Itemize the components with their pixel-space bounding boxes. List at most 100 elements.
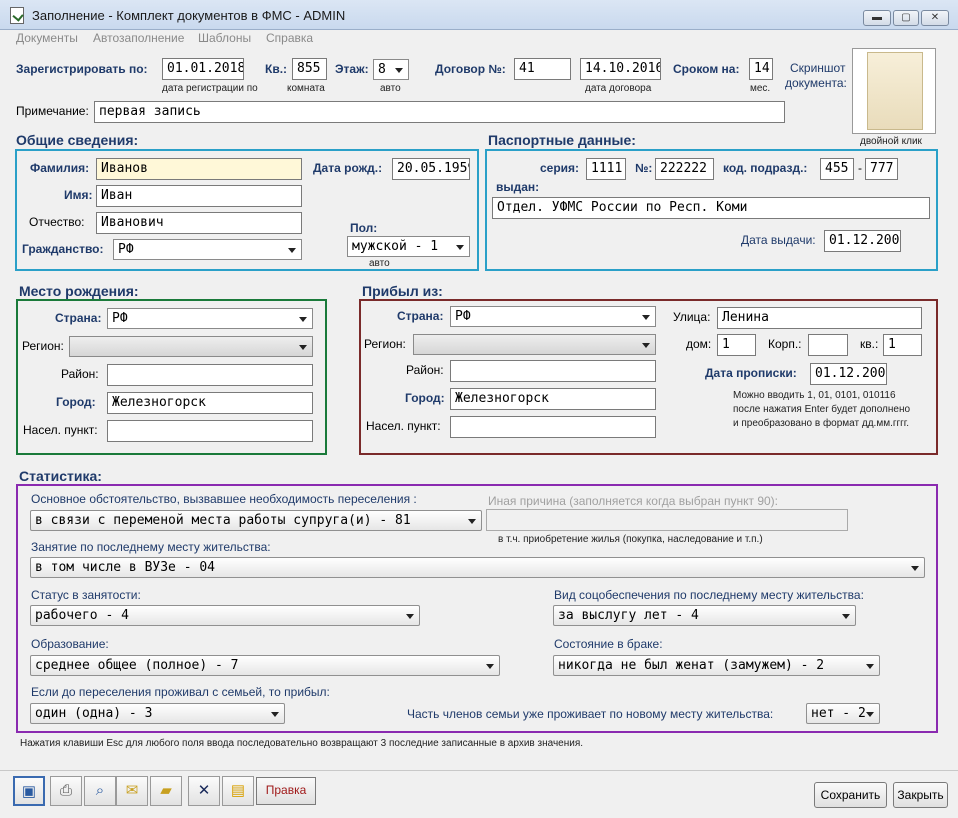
chevron-down-icon (642, 343, 650, 348)
sex-select[interactable]: мужской - 1 (347, 236, 470, 257)
code2-field[interactable]: 777 (865, 158, 898, 180)
chevron-down-icon (642, 315, 650, 320)
menu-bar: Документы Автозаполнение Шаблоны Справка (0, 30, 958, 48)
education-label: Образование: (31, 637, 109, 651)
chevron-down-icon (271, 712, 279, 717)
bp-locality-field[interactable] (107, 420, 313, 442)
series-field[interactable]: 1111 (586, 158, 626, 180)
chevron-down-icon (842, 614, 850, 619)
social-select[interactable]: за выслугу лет - 4 (553, 605, 856, 626)
code1-field[interactable]: 455 (820, 158, 854, 180)
birth-date-field[interactable]: 20.05.1959 (392, 158, 470, 180)
flat-field[interactable]: 855 (292, 58, 327, 80)
toolbar-divider (0, 770, 958, 771)
issued-field[interactable]: Отдел. УФМС России по Респ. Коми (492, 197, 930, 219)
contract-date-sub: дата договора (585, 83, 652, 94)
stats-title: Статистика: (19, 468, 102, 484)
ar-city-field[interactable]: Железногорск (450, 388, 656, 410)
marital-select[interactable]: никогда не был женат (замужем) - 2 (553, 655, 880, 676)
employment-select[interactable]: рабочего - 4 (30, 605, 420, 626)
marital-value: никогда не был женат (замужем) - 2 (558, 658, 825, 673)
maximize-button[interactable]: ▢ (893, 10, 919, 26)
delete-button[interactable]: ✕ (188, 776, 220, 806)
close-button[interactable]: Закрыть (893, 782, 948, 808)
marital-label: Состояние в браке: (554, 637, 663, 651)
edit-button[interactable]: Правка (256, 777, 316, 805)
menu-templates[interactable]: Шаблоны (198, 31, 251, 45)
patronymic-field[interactable]: Иванович (96, 212, 302, 234)
document-icon (10, 7, 24, 24)
chevron-down-icon (456, 245, 464, 250)
preview-button[interactable]: ▣ (13, 776, 45, 806)
print-preview-button[interactable]: ⌕ (84, 776, 116, 806)
code-label: код. подразд.: (723, 161, 808, 175)
term-field[interactable]: 14 (749, 58, 773, 80)
bp-district-field[interactable] (107, 364, 313, 386)
folder-icon: ▰ (160, 782, 172, 799)
flat-label: Кв.: (265, 62, 288, 76)
ar-flat-field[interactable]: 1 (883, 334, 922, 356)
bp-district-label: Район: (61, 367, 99, 381)
code-dash: - (858, 161, 862, 175)
document-screenshot-thumbnail[interactable] (852, 48, 936, 134)
ar-district-label: Район: (406, 363, 444, 377)
other-reason-field[interactable] (486, 509, 848, 531)
register-date-field[interactable]: 01.01.2018 (162, 58, 244, 80)
family-select[interactable]: один (одна) - 3 (30, 703, 285, 724)
reg-date-field[interactable]: 01.12.2005 (810, 363, 887, 385)
email-button[interactable]: ✉ (116, 776, 148, 806)
bp-country-value: РФ (112, 311, 128, 326)
bp-region-select[interactable] (69, 336, 313, 357)
number-field[interactable]: 222222 (655, 158, 714, 180)
sex-label: Пол: (350, 221, 378, 235)
magnifier-icon: ⌕ (95, 782, 105, 799)
contract-date-field[interactable]: 14.10.2016 (580, 58, 661, 80)
contract-number-field[interactable]: 41 (514, 58, 571, 80)
house-field[interactable]: 1 (717, 334, 756, 356)
bp-city-field[interactable]: Железногорск (107, 392, 313, 414)
general-title: Общие сведения: (16, 132, 139, 148)
contract-label: Договор №: (435, 62, 506, 76)
ar-region-select[interactable] (413, 334, 656, 355)
arrived-title: Прибыл из: (362, 283, 443, 299)
flat-sub: комната (287, 83, 325, 94)
education-value: среднее общее (полное) - 7 (35, 658, 239, 673)
close-window-button[interactable]: ✕ (921, 10, 949, 26)
sex-sub: авто (369, 258, 390, 269)
surname-label: Фамилия: (30, 161, 90, 175)
issued-label: выдан: (496, 180, 540, 194)
save-button[interactable]: Сохранить (814, 782, 887, 808)
note-field[interactable]: первая запись (94, 101, 785, 123)
surname-field[interactable]: Иванов (96, 158, 302, 180)
issue-date-label: Дата выдачи: (741, 233, 816, 247)
archive-button[interactable]: ▤ (222, 776, 254, 806)
name-field[interactable]: Иван (96, 185, 302, 207)
korp-label: Корп.: (768, 337, 802, 351)
ar-locality-label: Насел. пункт: (366, 419, 441, 433)
name-label: Имя: (64, 188, 93, 202)
title-bar: Заполнение - Комплект документов в ФМС -… (0, 0, 958, 30)
floor-select[interactable]: 8 (373, 59, 409, 80)
korp-field[interactable] (808, 334, 848, 356)
street-field[interactable]: Ленина (717, 307, 922, 329)
register-label: Зарегистрировать по: (16, 62, 148, 76)
citizenship-select[interactable]: РФ (113, 239, 302, 260)
occupation-select[interactable]: в том числе в ВУЗе - 04 (30, 557, 925, 578)
ar-country-select[interactable]: РФ (450, 306, 656, 327)
ar-locality-field[interactable] (450, 416, 656, 438)
print-button[interactable]: ⎙ (50, 776, 82, 806)
minimize-button[interactable]: ▬ (863, 10, 891, 26)
bp-country-select[interactable]: РФ (107, 308, 313, 329)
menu-documents[interactable]: Документы (16, 31, 78, 45)
open-folder-button[interactable]: ▰ (150, 776, 182, 806)
family-part-select[interactable]: нет - 2 (806, 703, 880, 724)
menu-help[interactable]: Справка (266, 31, 313, 45)
street-label: Улица: (673, 310, 711, 324)
issue-date-field[interactable]: 01.12.2005 (824, 230, 901, 252)
education-select[interactable]: среднее общее (полное) - 7 (30, 655, 500, 676)
ar-district-field[interactable] (450, 360, 656, 382)
chevron-down-icon (288, 248, 296, 253)
series-label: серия: (540, 161, 580, 175)
menu-autofill[interactable]: Автозаполнение (93, 31, 184, 45)
reason-select[interactable]: в связи с переменой места работы супруга… (30, 510, 482, 531)
